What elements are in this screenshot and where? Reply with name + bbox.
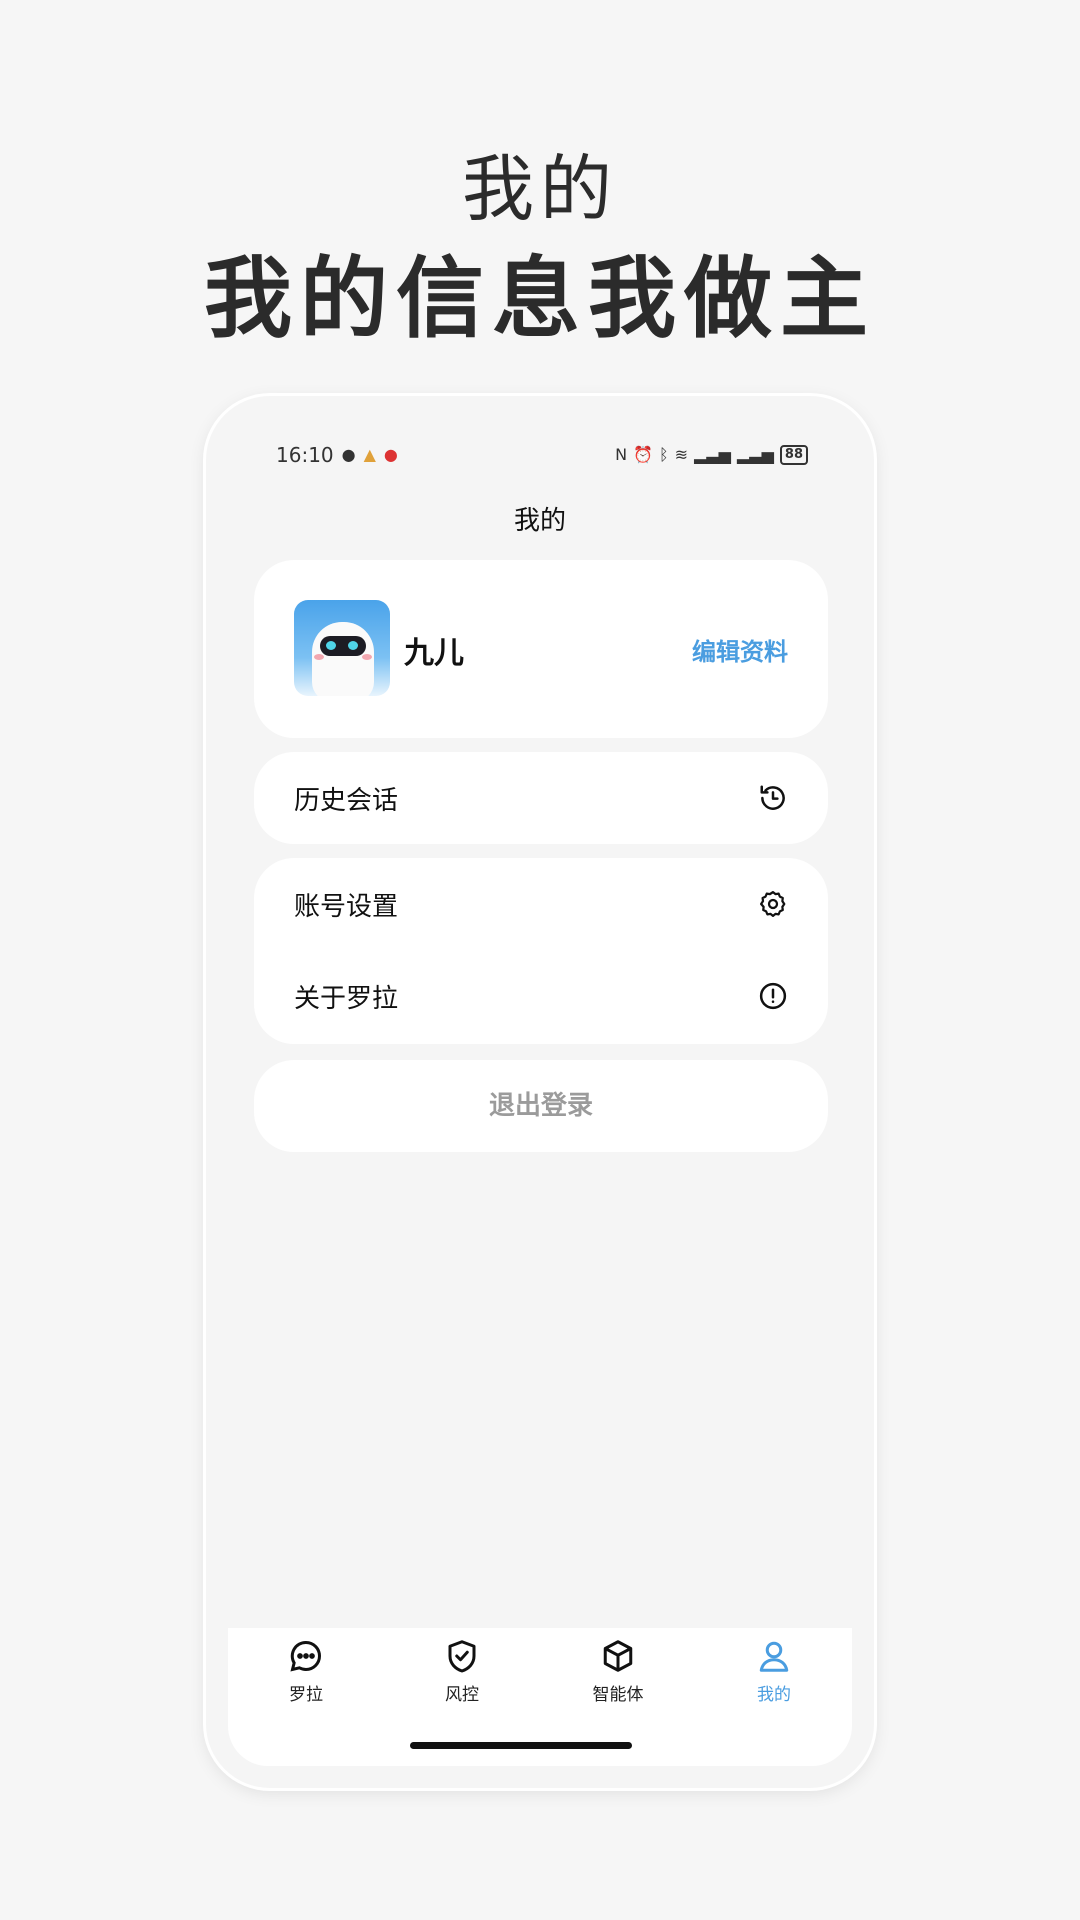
app-notification-icon: ▲ — [363, 445, 376, 464]
username: 九儿 — [404, 636, 464, 671]
phone-frame: 16:10 ● ▲ ● N ⏰ ᛒ ≋ ▂▃▅ ▂▃▅ 88 我的 九儿 编辑资… — [206, 396, 874, 1788]
signal-5g-icon: ▂▃▅ — [736, 445, 774, 464]
settings-card: 账号设置 关于罗拉 — [254, 858, 828, 1044]
signal-5g-icon: ▂▃▅ — [694, 445, 731, 464]
history-row[interactable]: 历史会话 — [294, 752, 788, 844]
tab-agents[interactable]: 智能体 — [568, 1638, 668, 1705]
info-icon — [759, 982, 787, 1010]
history-card: 历史会话 — [254, 752, 828, 844]
promo-title: 我的 — [461, 147, 618, 231]
app-badge-icon: ● — [383, 445, 398, 464]
alarm-icon: ⏰ — [633, 445, 654, 464]
promo-headline: 我的信息我做主 — [203, 247, 876, 350]
about-label: 关于罗拉 — [294, 983, 399, 1014]
tab-label: 我的 — [757, 1685, 791, 1705]
logout-label: 退出登录 — [488, 1091, 593, 1121]
account-settings-row[interactable]: 账号设置 — [294, 858, 788, 950]
chat-icon — [290, 1640, 321, 1672]
cube-icon — [603, 1640, 633, 1672]
history-icon — [760, 785, 785, 810]
edit-profile-button[interactable]: 编辑资料 — [692, 632, 788, 667]
tab-label: 罗拉 — [289, 1685, 323, 1705]
page-title: 我的 — [513, 506, 566, 536]
tab-mine[interactable]: 我的 — [724, 1638, 824, 1705]
bluetooth-icon: ᛒ — [659, 445, 669, 464]
home-indicator — [410, 1742, 632, 1749]
logout-button[interactable]: 退出登录 — [254, 1060, 828, 1152]
status-time: 16:10 — [276, 443, 334, 467]
wifi-icon: ≋ — [674, 445, 689, 464]
account-settings-label: 账号设置 — [294, 891, 399, 922]
shield-check-icon — [448, 1640, 476, 1673]
profile-card: 九儿 编辑资料 — [254, 560, 828, 738]
tab-risk-control[interactable]: 风控 — [412, 1638, 512, 1705]
gear-icon — [760, 891, 786, 917]
battery-icon: 88 — [779, 445, 808, 465]
tab-label: 风控 — [445, 1685, 479, 1705]
status-bar: 16:10 ● ▲ ● N ⏰ ᛒ ≋ ▂▃▅ ▂▃▅ 88 — [276, 440, 808, 470]
chat-bubble-icon: ● — [341, 445, 356, 464]
status-right: N ⏰ ᛒ ≋ ▂▃▅ ▂▃▅ 88 — [615, 445, 808, 465]
status-left: 16:10 ● ▲ ● — [276, 443, 398, 467]
person-icon — [759, 1641, 789, 1672]
history-label: 历史会话 — [294, 785, 399, 816]
avatar[interactable] — [294, 600, 390, 696]
tab-label: 智能体 — [592, 1685, 644, 1705]
about-row[interactable]: 关于罗拉 — [294, 950, 788, 1042]
nfc-icon: N — [615, 445, 628, 464]
tab-luola[interactable]: 罗拉 — [256, 1638, 356, 1705]
